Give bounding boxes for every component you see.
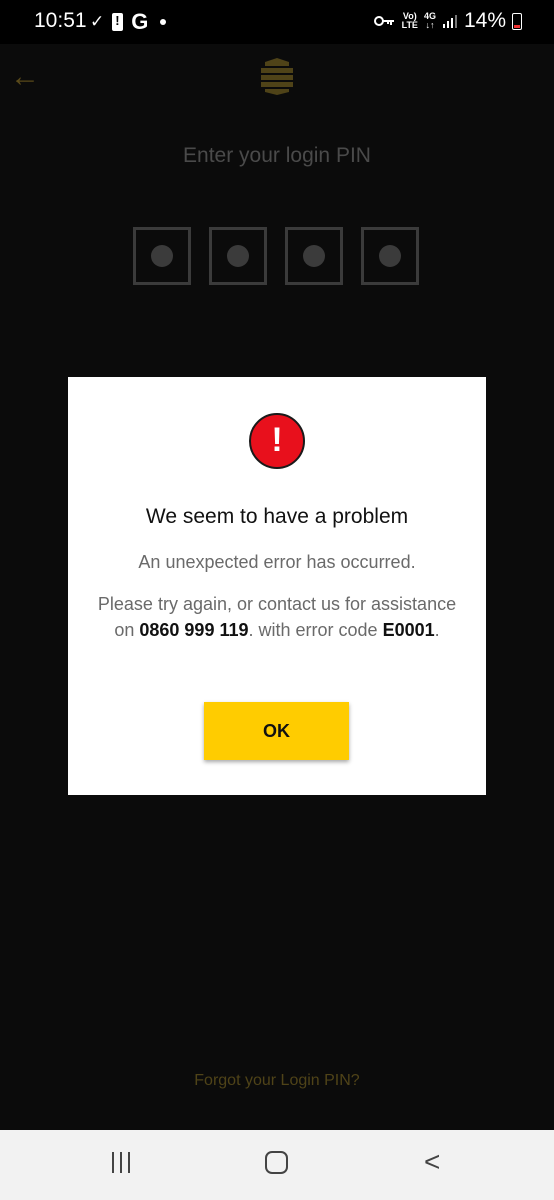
status-time: 10:51: [34, 9, 87, 32]
bank-logo-icon: [261, 58, 293, 95]
volte-bottom: LTE: [401, 20, 418, 30]
home-icon[interactable]: [265, 1151, 288, 1174]
support-phone: 0860 999 119: [139, 620, 249, 640]
pin-dot-icon: [303, 245, 325, 267]
forgot-pin-link[interactable]: Forgot your Login PIN?: [0, 1072, 554, 1090]
pin-entry-row[interactable]: [133, 227, 419, 285]
dialog-message: An unexpected error has occurred.: [138, 552, 416, 572]
battery-percent: 14%: [463, 9, 506, 32]
pin-dot-icon: [227, 245, 249, 267]
pin-digit-box[interactable]: [209, 227, 267, 285]
dialog-title: We seem to have a problem: [145, 505, 409, 528]
more-notifications-dot-icon: [160, 19, 167, 25]
network-4g-icon: 4G ↓↑: [424, 12, 436, 30]
google-icon: G: [131, 9, 149, 34]
body-suffix: .: [434, 620, 440, 640]
notification-icons: ✓ G: [90, 9, 167, 35]
system-icons: Vo) LTE 4G ↓↑ 14%: [373, 9, 522, 33]
status-bar: 10:51 ✓ G Vo) LTE 4G ↓↑ 14%: [0, 0, 554, 44]
ok-button[interactable]: OK: [204, 702, 349, 760]
page-title: Enter your login PIN: [183, 144, 371, 167]
pin-digit-box[interactable]: [361, 227, 419, 285]
error-dialog: ! We seem to have a problem An unexpecte…: [68, 377, 486, 795]
pin-digit-box[interactable]: [133, 227, 191, 285]
error-code: E0001: [382, 620, 435, 640]
battery-icon: [512, 12, 522, 30]
nav-back-icon[interactable]: <: [424, 1146, 440, 1178]
signal-icon: [442, 15, 457, 28]
error-alert-icon: !: [249, 413, 305, 469]
system-nav-bar: <: [0, 1130, 554, 1200]
battery-alert-icon: [112, 13, 124, 31]
download-done-icon: ✓: [90, 12, 105, 31]
pin-digit-box[interactable]: [285, 227, 343, 285]
recent-apps-icon[interactable]: [112, 1152, 130, 1173]
vpn-key-icon: [373, 16, 394, 26]
net-4g-bottom: ↓↑: [425, 20, 435, 30]
body-mid: . with error code: [248, 620, 383, 640]
dialog-body: Please try again, or contact us for assi…: [88, 591, 466, 643]
pin-dot-icon: [379, 245, 401, 267]
pin-dot-icon: [151, 245, 173, 267]
back-arrow-icon[interactable]: ←: [10, 60, 40, 94]
volte-icon: Vo) LTE: [402, 12, 418, 30]
